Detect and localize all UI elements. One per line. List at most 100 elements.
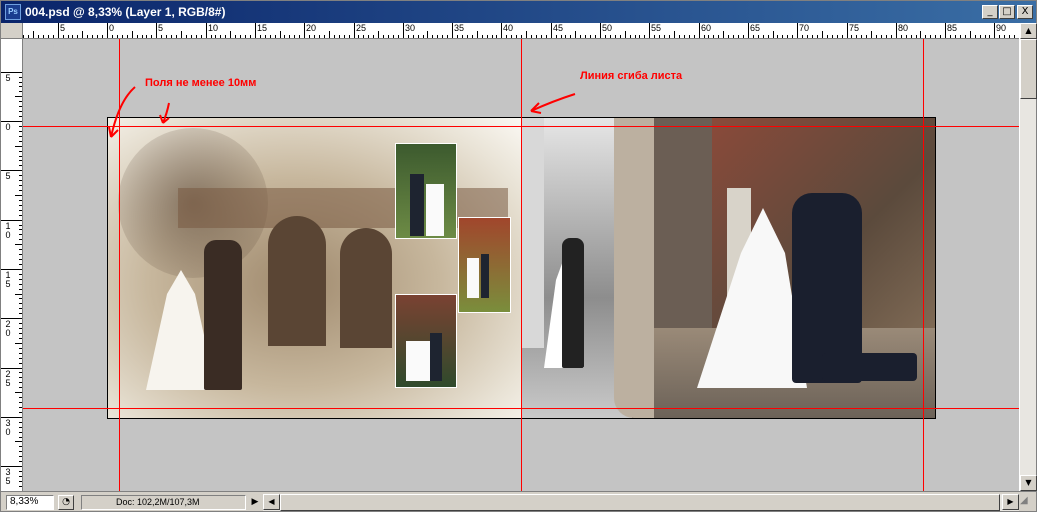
scroll-right-button[interactable]: ▶ [1002,494,1019,510]
ruler-tick [19,205,22,206]
ruler-tick [171,35,172,38]
ruler-tick [19,259,22,260]
ruler-tick [68,35,69,38]
horizontal-scrollbar[interactable]: ◀ ▶ [263,494,1019,511]
ruler-tick [496,35,497,38]
ruler-label: 5 [5,73,11,83]
ruler-label: 45 [553,23,564,33]
close-button[interactable]: X [1017,5,1033,19]
ruler-tick [787,35,788,38]
ruler-tick [368,35,369,38]
ruler-tick [43,35,44,38]
ruler-tick [92,35,93,38]
ruler-tick [137,35,138,38]
ruler-tick [255,23,256,38]
ruler-tick [620,35,621,38]
maximize-button[interactable]: □ [999,5,1015,19]
ruler-tick [901,35,902,38]
ruler-tick [19,323,22,324]
photoshop-icon[interactable]: Ps [5,4,21,20]
ruler-tick [19,338,22,339]
ruler-tick [19,131,22,132]
ruler-tick [363,35,364,38]
ruler-tick [15,294,22,295]
ruler-tick [206,23,207,38]
ruler-tick [462,35,463,38]
ruler-tick [15,343,22,344]
ruler-tick [19,456,22,457]
ruler-tick [610,35,611,38]
ruler-tick [19,239,22,240]
vertical-ruler[interactable]: 5 0 5 10 15 20 25 30 35 [1,39,23,491]
ruler-tick [501,23,502,38]
ruler-tick [176,35,177,38]
ruler-tick [19,422,22,423]
ruler-tick [763,35,764,38]
ruler-tick [649,23,650,38]
ruler-tick [733,35,734,38]
ruler-label: 25 [5,369,11,388]
ruler-tick [19,407,22,408]
scroll-down-button[interactable]: ▼ [1020,475,1037,491]
ruler-tick [19,382,22,383]
horizontal-scroll-thumb[interactable] [280,494,1000,511]
ruler-label: 0 [109,23,115,33]
ruler-label: 30 [5,418,11,437]
ruler-origin-corner[interactable] [1,23,23,39]
title-bar[interactable]: Ps 004.psd @ 8,33% (Layer 1, RGB/8#) _ □… [1,1,1036,23]
ruler-tick [970,31,971,38]
arrow-icon [110,86,136,138]
ruler-tick [15,392,22,393]
ruler-tick [758,35,759,38]
vertical-scroll-thumb[interactable] [1020,39,1037,99]
ruler-label: 80 [898,23,909,33]
ruler-tick [541,35,542,38]
ruler-tick [1,121,22,122]
scroll-up-button[interactable]: ▲ [1020,23,1037,39]
ruler-tick [718,35,719,38]
scroll-left-button[interactable]: ◀ [263,494,280,510]
ruler-tick [334,35,335,38]
ruler-tick [565,35,566,38]
status-menu-arrow-icon[interactable]: ▶ [248,495,262,510]
ruler-tick [87,35,88,38]
ruler-tick [19,284,22,285]
ruler-tick [48,35,49,38]
zoom-level-field[interactable]: 8,33% [6,495,54,510]
ruler-label: 10 [5,221,11,240]
ruler-tick [19,353,22,354]
minimize-button[interactable]: _ [982,5,998,19]
ruler-label: 60 [701,23,712,33]
ruler-tick [19,372,22,373]
window-title: 004.psd @ 8,33% (Layer 1, RGB/8#) [25,5,226,19]
ruler-tick [19,471,22,472]
ruler-tick [679,35,680,38]
ruler-tick [38,35,39,38]
ruler-tick [876,35,877,38]
ruler-tick [713,35,714,38]
horizontal-ruler[interactable]: 5 0 5 10 15 20 25 30 35 40 45 50 55 60 65 70 75 80 85 90 [23,23,1019,39]
ruler-tick [314,35,315,38]
ruler-tick [15,244,22,245]
ruler-tick [393,35,394,38]
ruler-label: 5 [5,171,11,181]
ruler-label: 15 [257,23,268,33]
ruler-tick [743,35,744,38]
ruler-tick [19,333,22,334]
ruler-tick [235,35,236,38]
ruler-tick [467,35,468,38]
ruler-tick [807,35,808,38]
ruler-tick [319,35,320,38]
status-options-icon[interactable]: ◔ [58,495,74,510]
ruler-tick [19,160,22,161]
ruler-tick [851,35,852,38]
ruler-tick [975,35,976,38]
ruler-tick [955,35,956,38]
canvas-area[interactable]: Поля не менее 10мм Линия сгиба листа [23,39,1019,491]
ruler-tick [842,35,843,38]
ruler-tick [19,348,22,349]
resize-grip-icon[interactable]: ◢ [1020,495,1034,510]
ruler-tick [117,35,118,38]
vertical-scrollbar[interactable]: ▲ ▼ [1019,23,1037,491]
ruler-tick [738,35,739,38]
